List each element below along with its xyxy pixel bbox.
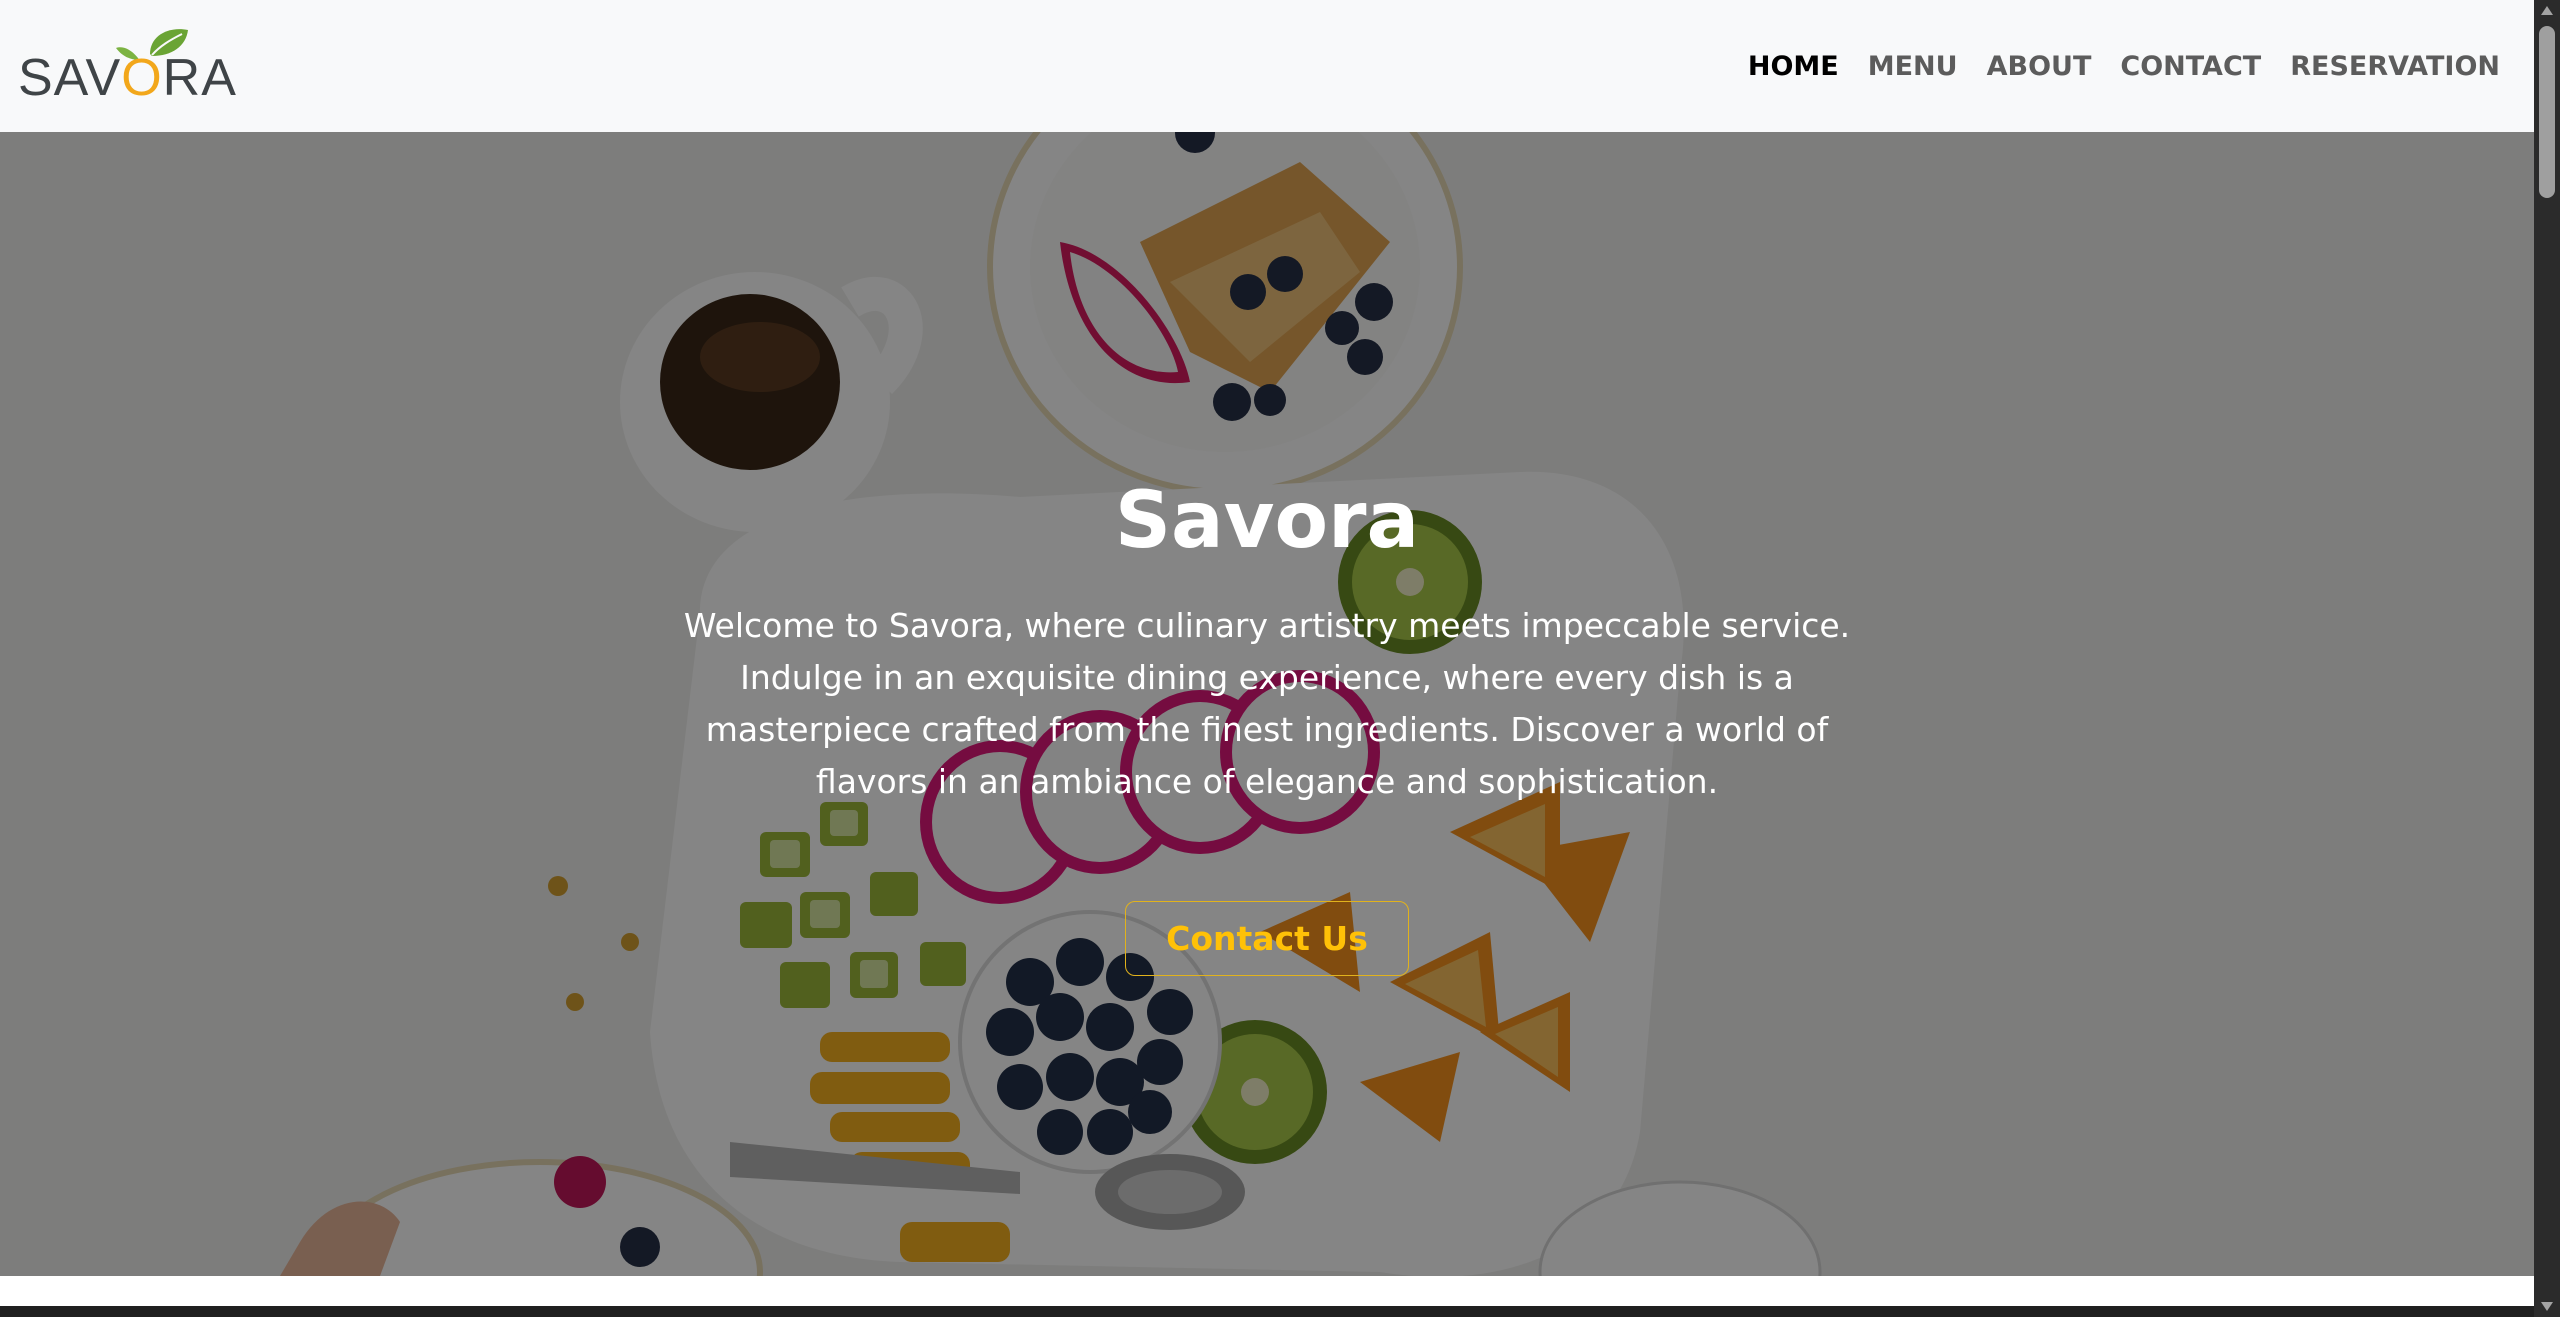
brand-logo[interactable]: SAVORA xyxy=(18,26,250,106)
nav-about-link[interactable]: ABOUT xyxy=(1987,51,2092,82)
nav-reservation-link[interactable]: RESERVATION xyxy=(2290,51,2500,82)
hero-section: Savora Welcome to Savora, where culinary… xyxy=(0,132,2534,1276)
hero-title: Savora xyxy=(1114,476,1420,566)
nav-menu-link[interactable]: MENU xyxy=(1868,51,1958,82)
scroll-down-arrow-icon[interactable] xyxy=(2541,1302,2553,1311)
scrollbar-thumb[interactable] xyxy=(2539,26,2555,198)
nav-contact-link[interactable]: CONTACT xyxy=(2120,51,2261,82)
scroll-up-arrow-icon[interactable] xyxy=(2541,6,2553,15)
hero-content: Savora Welcome to Savora, where culinary… xyxy=(0,132,2534,1276)
hero-description: Welcome to Savora, where culinary artist… xyxy=(683,606,1851,801)
contact-us-button[interactable]: Contact Us xyxy=(1125,901,1409,976)
nav-home-link[interactable]: HOME xyxy=(1748,51,1839,82)
window-bottom-edge xyxy=(0,1306,2534,1317)
navbar: SAVORA HOME MENU ABOUT CONTACT RESERVATI… xyxy=(0,0,2534,132)
nav-links: HOME MENU ABOUT CONTACT RESERVATION xyxy=(1748,51,2500,82)
page-viewport: SAVORA HOME MENU ABOUT CONTACT RESERVATI… xyxy=(0,0,2534,1317)
brand-wordmark-text: SAVORA xyxy=(18,49,237,107)
brand-wordmark: SAVORA xyxy=(18,52,237,104)
vertical-scrollbar[interactable] xyxy=(2534,0,2560,1317)
